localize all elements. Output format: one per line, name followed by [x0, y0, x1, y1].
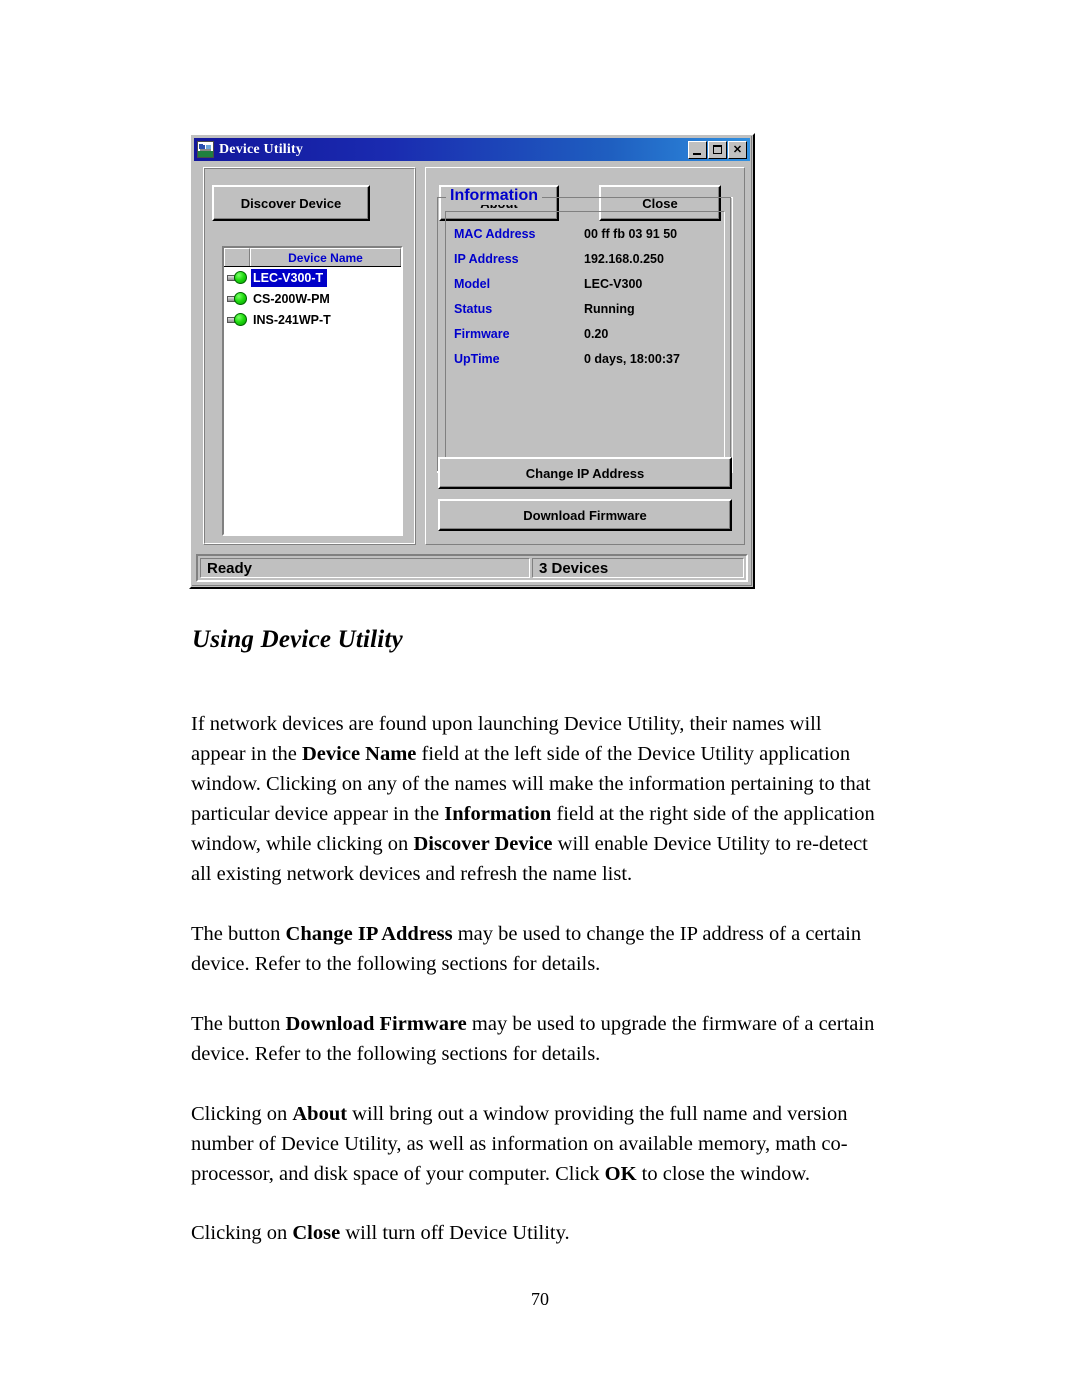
device-list-row-1[interactable]: CS-200W-PM [224, 288, 401, 309]
paragraph-4: Clicking on About will bring out a windo… [191, 1099, 881, 1189]
device-name-0: LEC-V300-T [251, 268, 328, 287]
info-row-status: Status Running [454, 296, 724, 321]
paragraph-1: If network devices are found upon launch… [191, 709, 881, 889]
info-value-status: Running [584, 301, 635, 316]
info-value-model: LEC-V300 [584, 276, 643, 291]
green-plug-icon [227, 291, 249, 307]
p1-term-information: Information [444, 802, 552, 825]
discover-device-button[interactable]: Discover Device [212, 185, 370, 221]
p5-text-c: will turn off Device Utility. [340, 1221, 570, 1244]
info-value-uptime: 0 days, 18:00:37 [584, 351, 680, 366]
p3-term-download-firmware: Download Firmware [285, 1012, 467, 1035]
p4-term-about: About [292, 1102, 348, 1125]
info-label-model: Model [454, 276, 491, 291]
p5-term-close: Close [292, 1221, 341, 1244]
info-row-model: Model LEC-V300 [454, 271, 724, 296]
download-firmware-label: Download Firmware [523, 507, 647, 523]
info-value-firmware: 0.20 [584, 326, 609, 341]
p3-text-a: The button [191, 1012, 286, 1035]
device-name-2: INS-241WP-T [253, 312, 331, 327]
column-header-icon[interactable] [224, 248, 250, 266]
minimize-icon [693, 152, 701, 155]
info-row-ip-address: IP Address 192.168.0.250 [454, 246, 724, 271]
info-label-mac-address: MAC Address [454, 226, 536, 241]
p4-text-a: Clicking on [191, 1102, 293, 1125]
change-ip-address-label: Change IP Address [525, 465, 645, 481]
device-utility-window: Device Utility ✕ Discover Device About C… [189, 133, 755, 589]
device-list-header: Device Name [224, 248, 401, 267]
download-firmware-button[interactable]: Download Firmware [438, 499, 732, 531]
device-list[interactable]: Device Name LEC-V300-T CS-200W-PM INS-24… [222, 246, 403, 536]
minimize-button[interactable] [688, 140, 707, 159]
information-groupbox: Information MAC Address 00 ff fb 03 91 5… [437, 187, 733, 473]
info-label-ip-address: IP Address [454, 251, 519, 266]
p1-term-device-name: Device Name [302, 742, 417, 765]
device-utility-icon [197, 141, 214, 158]
p4-term-ok: OK [604, 1162, 637, 1185]
info-value-ip-address: 192.168.0.250 [584, 251, 664, 266]
page-number: 70 [531, 1289, 549, 1309]
discover-device-label: Discover Device [240, 195, 342, 211]
device-list-row-2[interactable]: INS-241WP-T [224, 309, 401, 330]
status-message: Ready [200, 558, 530, 578]
info-label-status: Status [454, 301, 493, 316]
info-label-firmware: Firmware [454, 326, 510, 341]
p1-term-discover-device: Discover Device [413, 832, 553, 855]
statusbar: Ready 3 Devices [196, 554, 748, 582]
information-fields: MAC Address 00 ff fb 03 91 50 IP Address… [445, 211, 725, 461]
green-plug-icon [227, 312, 249, 328]
info-value-mac-address: 00 ff fb 03 91 50 [584, 226, 678, 241]
column-header-device-name[interactable]: Device Name [250, 248, 401, 266]
info-label-uptime: UpTime [454, 351, 500, 366]
device-list-row-0[interactable]: LEC-V300-T [224, 267, 401, 288]
maximize-icon [713, 144, 722, 154]
status-device-count: 3 Devices [532, 558, 744, 578]
page-title: Using Device Utility [192, 626, 403, 653]
green-plug-icon [227, 270, 249, 286]
paragraph-2: The button Change IP Address may be used… [191, 919, 881, 979]
p2-term-change-ip-address: Change IP Address [285, 922, 453, 945]
p5-text-a: Clicking on [191, 1221, 293, 1244]
p4-text-e: to close the window. [636, 1162, 811, 1185]
device-name-1: CS-200W-PM [253, 291, 330, 306]
information-legend: Information [446, 187, 542, 205]
p2-text-a: The button [191, 922, 286, 945]
paragraph-5: Clicking on Close will turn off Device U… [191, 1218, 881, 1248]
info-row-uptime: UpTime 0 days, 18:00:37 [454, 346, 724, 371]
change-ip-address-button[interactable]: Change IP Address [438, 457, 732, 489]
window-title: Device Utility [219, 141, 304, 157]
close-icon: ✕ [732, 143, 743, 156]
window-controls: ✕ [688, 140, 747, 159]
close-button[interactable]: ✕ [728, 140, 747, 159]
info-row-firmware: Firmware 0.20 [454, 321, 724, 346]
maximize-button[interactable] [708, 140, 727, 159]
info-row-mac-address: MAC Address 00 ff fb 03 91 50 [454, 221, 724, 246]
paragraph-3: The button Download Firmware may be used… [191, 1009, 881, 1069]
window-titlebar: Device Utility ✕ [194, 138, 750, 161]
